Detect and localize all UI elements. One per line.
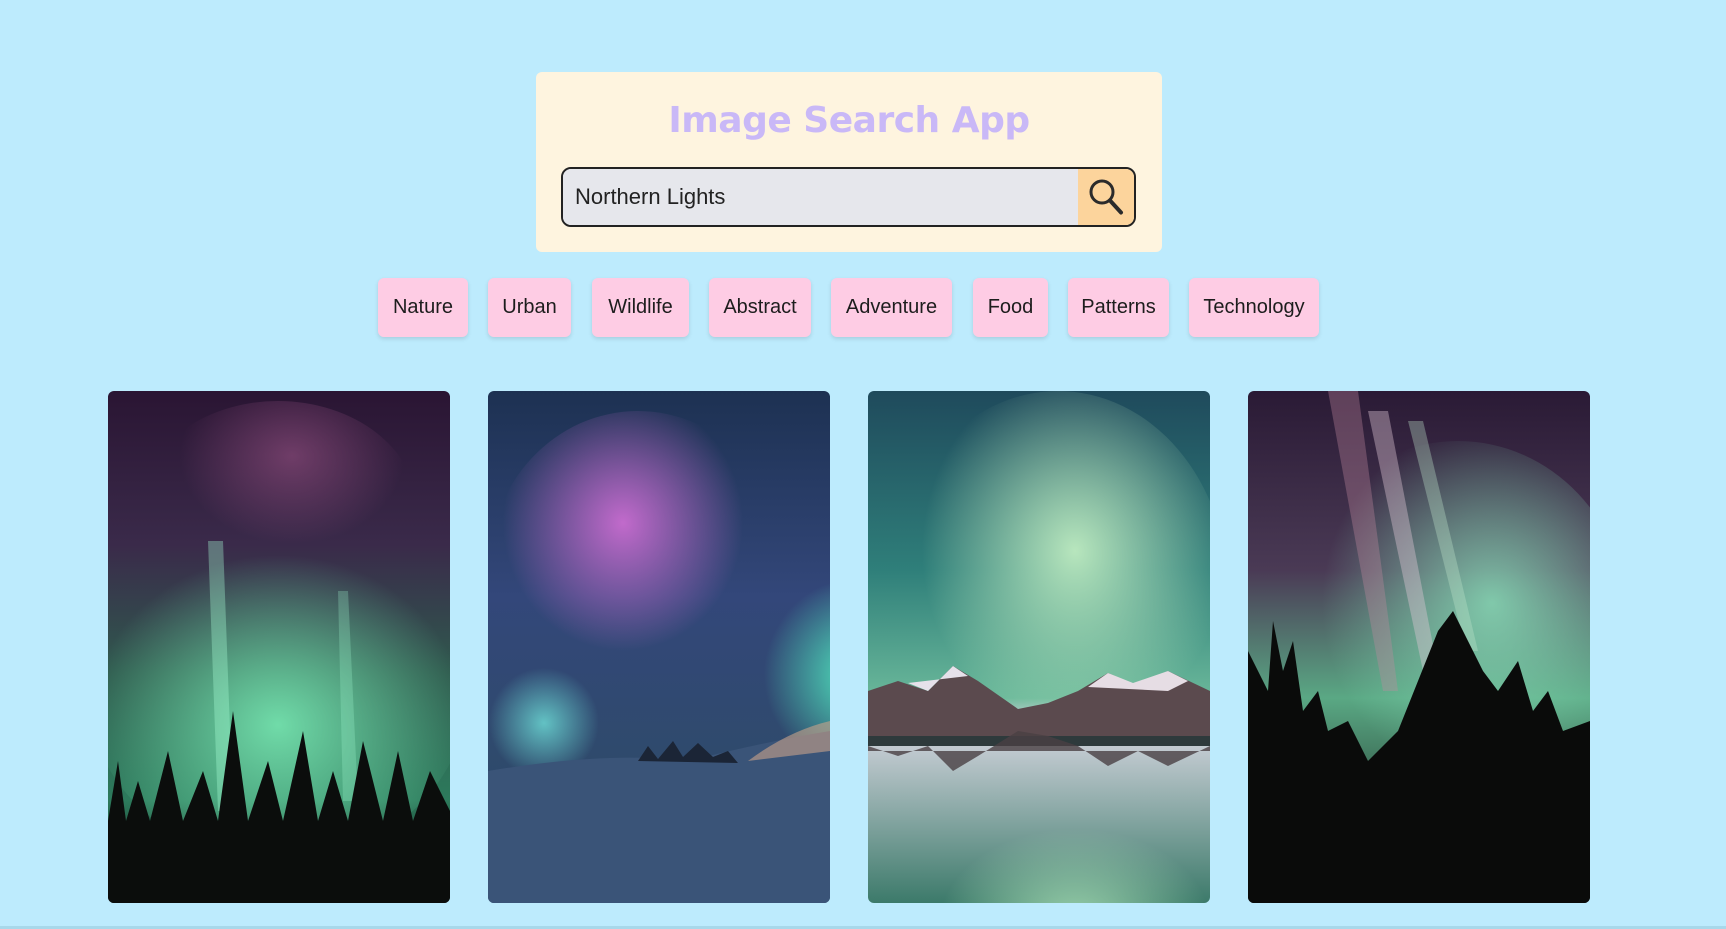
aurora-mountains-image bbox=[868, 391, 1210, 903]
image-result-4[interactable] bbox=[1248, 391, 1590, 903]
search-input[interactable] bbox=[563, 169, 1078, 225]
category-adventure[interactable]: Adventure bbox=[831, 278, 952, 337]
search-icon bbox=[1089, 179, 1123, 215]
image-result-3[interactable] bbox=[868, 391, 1210, 903]
image-result-2[interactable] bbox=[488, 391, 830, 903]
category-food[interactable]: Food bbox=[973, 278, 1048, 337]
category-nature[interactable]: Nature bbox=[378, 278, 468, 337]
category-technology[interactable]: Technology bbox=[1189, 278, 1319, 337]
search-bar bbox=[561, 167, 1136, 227]
aurora-forest-image bbox=[108, 391, 450, 903]
search-button[interactable] bbox=[1078, 169, 1134, 225]
aurora-snow-image bbox=[488, 391, 830, 903]
category-patterns[interactable]: Patterns bbox=[1068, 278, 1169, 337]
category-wildlife[interactable]: Wildlife bbox=[592, 278, 689, 337]
aurora-trees-image bbox=[1248, 391, 1590, 903]
category-bar: Nature Urban Wildlife Abstract Adventure… bbox=[0, 278, 1726, 337]
image-result-1[interactable] bbox=[108, 391, 450, 903]
category-abstract[interactable]: Abstract bbox=[709, 278, 811, 337]
search-card: Image Search App bbox=[536, 72, 1162, 252]
category-urban[interactable]: Urban bbox=[488, 278, 571, 337]
app-title: Image Search App bbox=[668, 100, 1030, 141]
